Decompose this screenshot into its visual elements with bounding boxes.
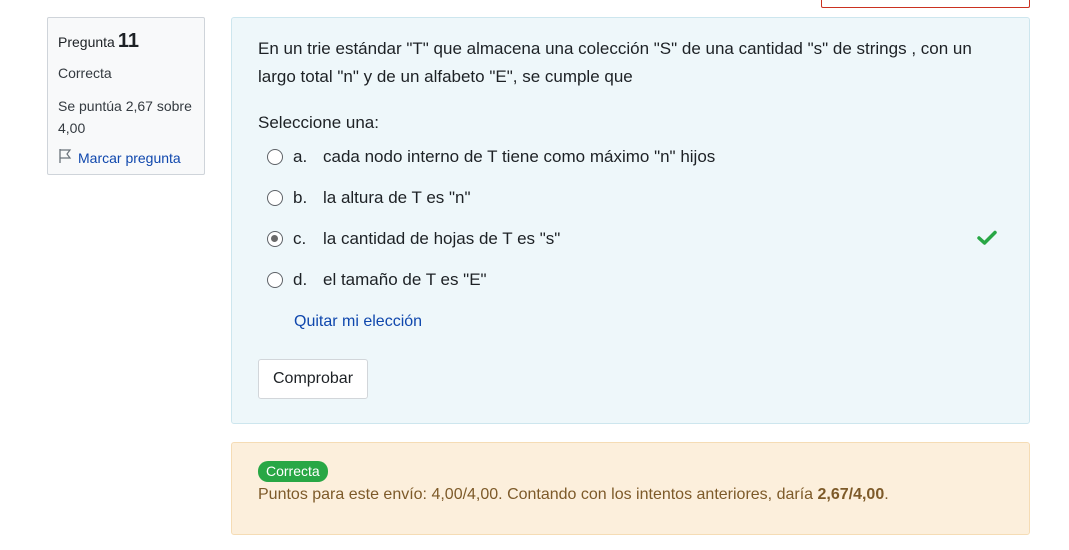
check-icon <box>977 230 997 251</box>
flag-question-link[interactable]: Marcar pregunta <box>58 148 194 167</box>
answer-text: el tamaño de T es "E" <box>323 269 487 289</box>
radio-d[interactable] <box>267 271 283 288</box>
answer-text: la altura de T es "n" <box>323 187 471 207</box>
points-text: Puntos para este envío: 4,00/4,00. Conta… <box>258 486 889 503</box>
question-number: Pregunta 11 <box>58 30 139 52</box>
flag-icon <box>58 148 78 167</box>
radio-c[interactable] <box>267 230 283 247</box>
question-text: En un trie estándar "T" que almacena una… <box>258 39 972 86</box>
clear-choice-link[interactable]: Quitar mi elección <box>294 313 422 331</box>
answer-list: a. cada nodo interno de T tiene como máx… <box>258 136 1003 300</box>
check-button[interactable]: Comprobar <box>258 359 368 399</box>
question-formulation: En un trie estándar "T" que almacena una… <box>231 17 1030 424</box>
question-info: Pregunta 11 Correcta Se puntúa 2,67 sobre… <box>47 17 205 175</box>
answer-option-c[interactable]: c. la cantidad de hojas de T es "s" <box>258 218 1003 259</box>
radio-b[interactable] <box>267 189 283 206</box>
answer-text: la cantidad de hojas de T es "s" <box>323 228 561 248</box>
feedback-panel: Correcta Puntos para este envío: 4,00/4,… <box>231 442 1030 535</box>
radio-a[interactable] <box>267 148 283 165</box>
answer-option-b[interactable]: b. la altura de T es "n" <box>258 177 1003 218</box>
question-state: Correcta <box>58 65 112 81</box>
status-badge: Correcta <box>258 461 328 482</box>
answer-option-a[interactable]: a. cada nodo interno de T tiene como máx… <box>258 136 1003 177</box>
question-grade: Se puntúa 2,67 sobre 4,00 <box>58 98 192 136</box>
answer-option-d[interactable]: d. el tamaño de T es "E" <box>258 259 1003 300</box>
answer-text: cada nodo interno de T tiene como máximo… <box>323 146 716 166</box>
top-outline-box <box>821 0 1030 8</box>
answer-prompt: Seleccione una: <box>258 113 379 132</box>
